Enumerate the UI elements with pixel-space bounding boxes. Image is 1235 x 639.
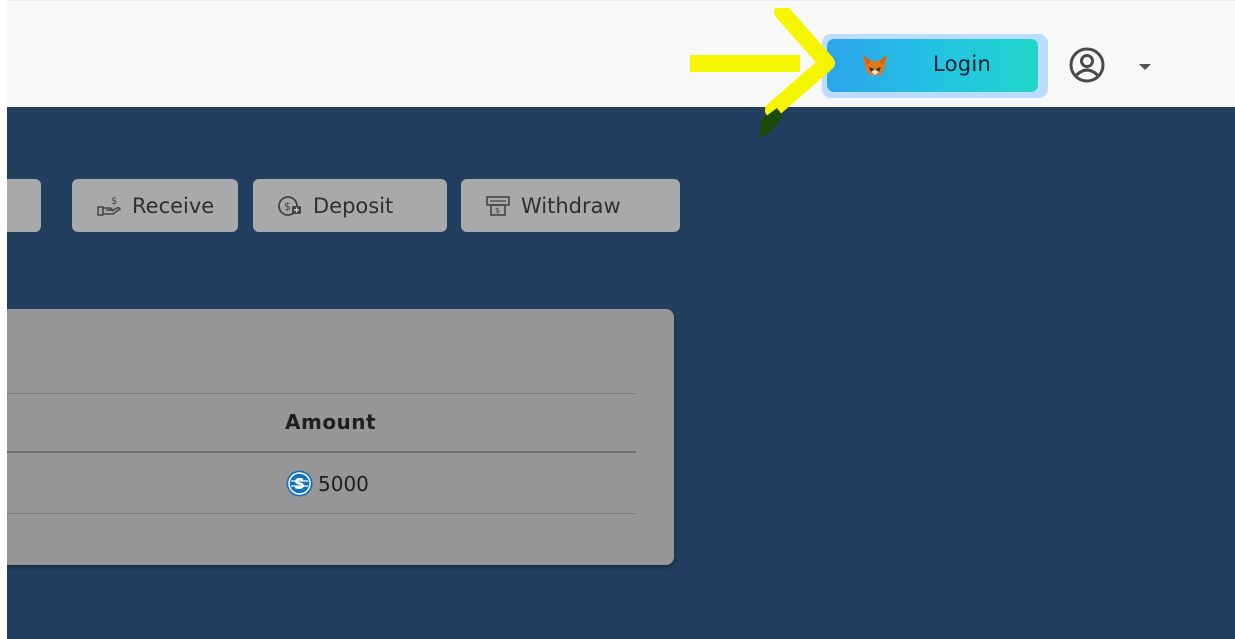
table-row: S 5000 [285,469,369,498]
user-menu-dropdown[interactable] [1068,46,1158,86]
left-edge-strip [0,0,7,639]
user-icon [1069,47,1105,83]
svg-text:$: $ [284,200,291,213]
coin-icon: S [286,470,313,497]
header-divider [0,451,636,453]
amount-value: 5000 [318,471,369,496]
row-divider [0,513,636,514]
login-button-focus-ring: Login [822,34,1048,98]
atm-withdraw-icon: $ [486,195,510,216]
withdraw-button[interactable]: $ Withdraw [461,179,680,232]
receive-button[interactable]: $ Receive [72,179,238,232]
svg-text:$: $ [495,206,500,215]
top-navbar: Login [0,0,1235,107]
deposit-coin-icon: $ [278,195,301,216]
divider [0,393,636,394]
column-header-amount: Amount [285,410,377,434]
chevron-down-icon [1139,64,1151,70]
deposit-button[interactable]: $ Deposit [253,179,447,232]
login-button[interactable]: Login [827,39,1038,92]
annotation-arrow-icon [690,8,835,138]
login-label: Login [933,52,992,76]
fox-icon [863,55,887,75]
receive-label: Receive [132,193,215,218]
deposit-label: Deposit [313,193,394,218]
withdraw-label: Withdraw [521,193,621,218]
receive-hand-icon: $ [97,196,121,216]
svg-text:S: S [294,475,305,493]
svg-text:$: $ [111,196,117,207]
transactions-card: Amount S 5000 [0,309,674,565]
